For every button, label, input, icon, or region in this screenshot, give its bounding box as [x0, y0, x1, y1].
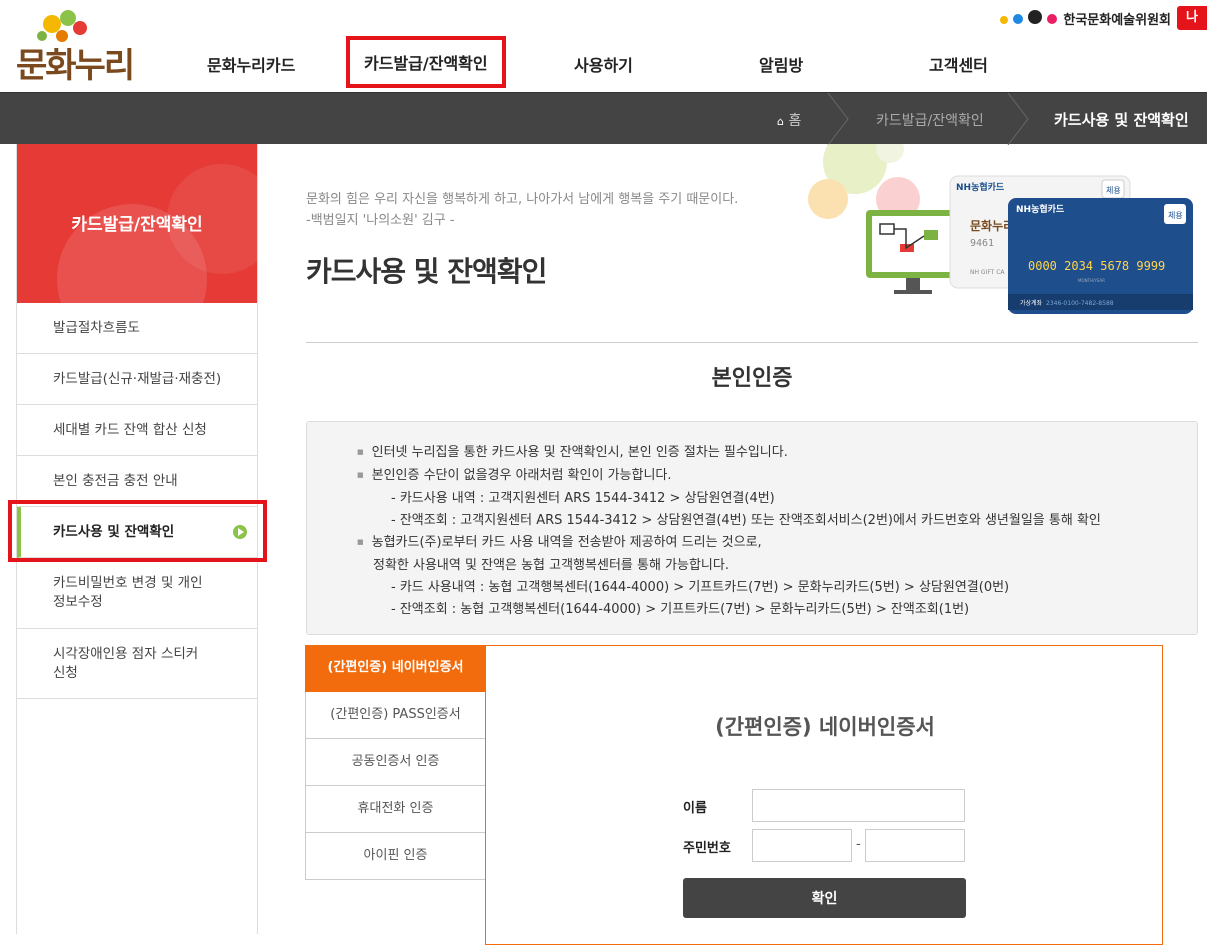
breadcrumb-home[interactable]: ⌂ 홈 [777, 110, 801, 130]
svg-text:0000 2034 5678 9999: 0000 2034 5678 9999 [1028, 259, 1165, 273]
sidebar-item-issue-flow[interactable]: 발급절차흐름도 [17, 303, 257, 354]
gnb-item-card-issue[interactable]: 카드발급/잔액확인 [346, 36, 506, 88]
info-line: 본인인증 수단이 없을경우 아래처럼 확인이 가능합니다. [372, 465, 1197, 488]
side-nav-header: 카드발급/잔액확인 [17, 144, 257, 303]
section-title: 본인인증 [711, 366, 793, 391]
sidebar-item-label: 발급절차흐름도 [53, 319, 140, 336]
tab-naver-cert[interactable]: (간편인증) 네이버인증서 [305, 645, 486, 692]
arko-logo-icon [1000, 9, 1058, 28]
svg-text:2346-0100-7482-8588: 2346-0100-7482-8588 [1046, 300, 1114, 307]
side-nav-list: 발급절차흐름도 카드발급(신규·재발급·재충전) 세대별 카드 잔액 합산 신청… [17, 303, 257, 699]
tab-phone-auth[interactable]: 휴대전화 인증 [305, 786, 486, 833]
na-badge[interactable]: 나 [1177, 6, 1207, 30]
breadcrumb-current: 카드사용 및 잔액확인 [1054, 111, 1189, 129]
sidebar-item-label: 본인 충전금 충전 안내 [53, 472, 178, 489]
breadcrumb-separator-icon [827, 93, 849, 145]
gnb-item-support[interactable]: 고객센터 [929, 52, 988, 76]
breadcrumb-separator-icon [1007, 93, 1029, 145]
site-logo[interactable]: 문화누리 [14, 8, 135, 86]
tab-ipin-auth[interactable]: 아이핀 인증 [305, 833, 486, 880]
page-title: 카드사용 및 잔액확인 [306, 255, 547, 288]
arrow-right-icon [233, 525, 247, 539]
svg-text:가상계좌: 가상계좌 [1020, 299, 1043, 307]
sidebar-item-label: 세대별 카드 잔액 합산 신청 [53, 421, 207, 438]
svg-text:체용: 체용 [1168, 210, 1183, 220]
gnb-item-culture-card[interactable]: 문화누리카드 [207, 52, 295, 76]
svg-text:MONTH/YEAR: MONTH/YEAR [1078, 278, 1105, 283]
rrn-label: 주민번호 [683, 841, 731, 856]
side-nav: 카드발급/잔액확인 발급절차흐름도 카드발급(신규·재발급·재충전) 세대별 카… [16, 144, 258, 934]
name-label: 이름 [683, 801, 707, 816]
sidebar-item-label: 카드발급(신규·재발급·재충전) [53, 370, 222, 387]
tab-pass-cert[interactable]: (간편인증) PASS인증서 [305, 692, 486, 739]
info-line: - 잔액조회 : 농협 고객행복센터(1644-4000) > 기프트카드(7번… [391, 602, 970, 617]
auth-tab-list: (간편인증) 네이버인증서 (간편인증) PASS인증서 공동인증서 인증 휴대… [305, 645, 486, 880]
quote-author: -백범일지 '나의소원' 김구 - [306, 213, 455, 228]
logo-text: 문화누리 [16, 46, 135, 86]
sidebar-item-braille-sticker[interactable]: 시각장애인용 점자 스티커 신청 [17, 629, 257, 699]
sidebar-item-password-change[interactable]: 카드비밀번호 변경 및 개인 정보수정 [17, 558, 257, 629]
sidebar-item-label: 카드비밀번호 변경 및 개인 정보수정 [53, 575, 203, 610]
sidebar-item-label: 시각장애인용 점자 스티커 신청 [53, 645, 199, 681]
sidebar-item-self-charge[interactable]: 본인 충전금 충전 안내 [17, 456, 257, 507]
auth-panel: (간편인증) 네이버인증서 이름 주민번호 - 확인 [485, 645, 1163, 945]
auth-panel-title: (간편인증) 네이버인증서 [715, 715, 935, 739]
svg-text:NH농협카드: NH농협카드 [956, 181, 1005, 193]
info-line: 정확한 사용내역 및 잔액은 농협 고객행복센터를 통해 가능합니다. [373, 558, 729, 573]
svg-text:NH농협카드: NH농협카드 [1016, 203, 1065, 215]
svg-text:체용: 체용 [1106, 185, 1121, 195]
name-input[interactable] [752, 789, 965, 822]
info-line: 농협카드(주)로부터 카드 사용 내역을 전송받아 제공하여 드리는 것으로, [372, 532, 1197, 555]
info-line: - 카드사용 내역 : 고객지원센터 ARS 1544-3412 > 상담원연결… [391, 491, 775, 506]
breadcrumb-section[interactable]: 카드발급/잔액확인 [876, 110, 984, 130]
rrn-dash: - [856, 837, 861, 852]
rrn-front-input[interactable] [752, 829, 852, 862]
svg-text:문화누리: 문화누리 [970, 218, 1014, 233]
sidebar-item-label: 카드사용 및 잔액확인 [53, 523, 175, 540]
gnb-item-usage[interactable]: 사용하기 [574, 52, 633, 76]
content-divider [306, 342, 1198, 343]
sidebar-item-usage-balance[interactable]: 카드사용 및 잔액확인 [17, 507, 257, 558]
rrn-back-input[interactable] [865, 829, 965, 862]
site-header: 문화누리 문화누리카드 카드발급/잔액확인 사용하기 알림방 고객센터 한국문화… [0, 0, 1207, 92]
card-illustration-icon: NH농협카드 체용 문화누리 9461 NH GIFT CA NH농협카드 체용… [808, 130, 1193, 314]
tab-joint-cert[interactable]: 공동인증서 인증 [305, 739, 486, 786]
org-name-link[interactable]: 한국문화예술위원회 [1063, 9, 1171, 28]
info-line: 인터넷 누리집을 통한 카드사용 및 잔액확인시, 본인 인증 절차는 필수입니… [372, 442, 1197, 465]
sidebar-item-card-issue[interactable]: 카드발급(신규·재발급·재충전) [17, 354, 257, 405]
svg-text:9461: 9461 [970, 238, 994, 249]
home-icon: ⌂ [777, 115, 784, 128]
svg-text:NH GIFT CA: NH GIFT CA [970, 269, 1005, 276]
hero-illustration: NH농협카드 체용 문화누리 9461 NH GIFT CA NH농협카드 체용… [790, 130, 1207, 314]
sidebar-item-household-sum[interactable]: 세대별 카드 잔액 합산 신청 [17, 405, 257, 456]
info-line: - 잔액조회 : 고객지원센터 ARS 1544-3412 > 상담원연결(4번… [391, 513, 1101, 528]
gnb-item-notice[interactable]: 알림방 [759, 52, 803, 76]
page-quote: 문화의 힘은 우리 자신을 행복하게 하고, 나아가서 남에게 행복을 주기 때… [306, 189, 738, 231]
quote-line: 문화의 힘은 우리 자신을 행복하게 하고, 나아가서 남에게 행복을 주기 때… [306, 192, 739, 207]
side-nav-title: 카드발급/잔액확인 [71, 215, 203, 235]
info-box: 인터넷 누리집을 통한 카드사용 및 잔액확인시, 본인 인증 절차는 필수입니… [306, 421, 1198, 635]
confirm-button[interactable]: 확인 [683, 878, 966, 918]
org-links: 한국문화예술위원회 나 [1000, 6, 1207, 30]
info-line: - 카드 사용내역 : 농협 고객행복센터(1644-4000) > 기프트카드… [391, 580, 1010, 595]
breadcrumb: ⌂ 홈 카드발급/잔액확인 카드사용 및 잔액확인 [0, 92, 1207, 145]
breadcrumb-home-label: 홈 [788, 113, 802, 129]
